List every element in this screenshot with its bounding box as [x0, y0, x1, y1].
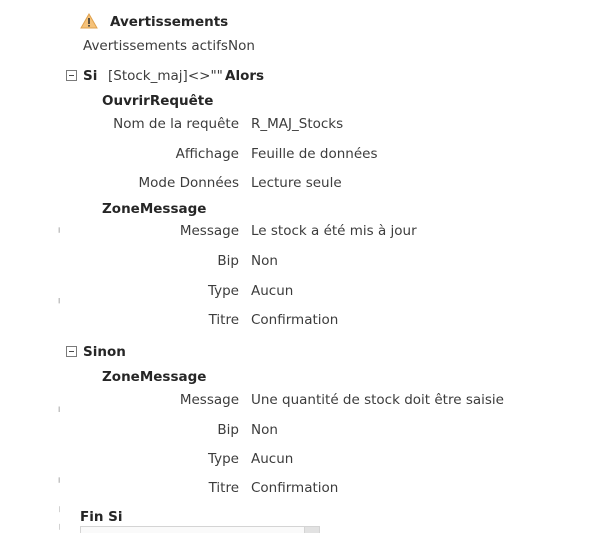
arg-value[interactable]: Aucun [251, 450, 293, 468]
arg-label: Titre [208, 312, 239, 328]
action-open-query[interactable]: OuvrirRequête [102, 92, 213, 110]
then-keyword: Alors [225, 68, 265, 84]
collapse-if-icon[interactable] [66, 70, 77, 81]
arg-value[interactable]: Aucun [251, 282, 293, 300]
warnings-active-value[interactable]: Non [228, 37, 255, 55]
arg-label: Nom de la requête [113, 116, 239, 132]
arg-value[interactable]: Lecture seule [251, 174, 342, 192]
arg-label: Message [179, 392, 239, 408]
dropdown-button[interactable] [304, 527, 319, 533]
arg-value[interactable]: Le stock a été mis à jour [251, 222, 417, 240]
arg-value[interactable]: Non [251, 421, 278, 439]
arg-label: Mode Données [138, 175, 240, 191]
arg-label: Affichage [175, 146, 239, 162]
warnings-title: Avertissements [110, 14, 229, 30]
action-message-box[interactable]: ZoneMessage [102, 368, 206, 386]
arg-value[interactable]: Confirmation [251, 479, 338, 497]
arg-label: Bip [217, 253, 239, 269]
if-keyword: Si [83, 68, 98, 84]
arg-value[interactable]: Une quantité de stock doit être saisie [251, 391, 504, 409]
arg-value[interactable]: R_MAJ_Stocks [251, 115, 343, 133]
collapse-else-icon[interactable] [66, 346, 77, 357]
arg-value[interactable]: Feuille de données [251, 145, 378, 163]
macro-designer: Avertissements Avertissements actifs Non… [0, 0, 600, 533]
else-keyword: Sinon [83, 344, 126, 360]
arg-value[interactable]: Non [251, 252, 278, 270]
if-condition[interactable]: [Stock_maj]<>"" [108, 67, 223, 85]
warning-icon [80, 13, 98, 29]
action-message-box[interactable]: ZoneMessage [102, 200, 206, 218]
arg-label: Type [207, 283, 239, 299]
arg-value[interactable]: Confirmation [251, 311, 338, 329]
warnings-active-label: Avertissements actifs [83, 38, 228, 54]
arg-label: Titre [208, 480, 239, 496]
arg-label: Type [207, 451, 239, 467]
arg-label: Bip [217, 422, 239, 438]
end-if-keyword: Fin Si [80, 509, 123, 525]
arg-label: Message [179, 223, 239, 239]
